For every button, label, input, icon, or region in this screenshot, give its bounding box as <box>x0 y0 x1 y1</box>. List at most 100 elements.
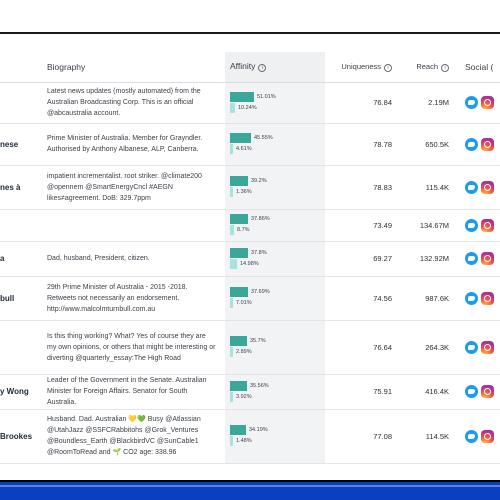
account-name[interactable] <box>0 82 42 124</box>
affinity-bar-primary <box>230 133 251 143</box>
affinity-bar-secondary <box>230 347 233 357</box>
twitter-icon[interactable] <box>465 291 478 305</box>
instagram-icon[interactable] <box>481 137 494 151</box>
reach-value: 132.92M <box>400 241 455 277</box>
account-name[interactable]: y Wong <box>0 374 42 410</box>
affinity-cell: 37.86% 8.7% <box>225 209 325 242</box>
instagram-icon[interactable] <box>481 180 494 194</box>
twitter-icon[interactable] <box>465 218 478 232</box>
twitter-icon[interactable] <box>465 180 478 194</box>
account-name[interactable]: nes à <box>0 165 42 210</box>
reach-value: 987.6K <box>400 276 455 321</box>
influencer-table-panel: Biography Affinity i Uniqueness i Reach i S… <box>0 34 500 480</box>
table-row[interactable]: Brookes Husband. Dad. Australian 💛💚 Busy … <box>0 409 500 464</box>
instagram-icon[interactable] <box>481 218 494 232</box>
affinity-cell: 37.8% 14.98% <box>225 241 325 277</box>
affinity-bars: 37.86% 8.7% <box>230 214 325 236</box>
instagram-icon[interactable] <box>481 340 494 354</box>
table-row[interactable]: Is this thing working? What? Yes of cour… <box>0 320 500 375</box>
table-row[interactable]: bull 29th Prime Minister of Australia - 2… <box>0 276 500 321</box>
account-name[interactable] <box>0 209 42 242</box>
twitter-icon[interactable] <box>465 429 478 443</box>
twitter-icon[interactable] <box>465 252 478 265</box>
biography-text: impatient incrementalist. root striker. … <box>42 165 225 210</box>
affinity-primary-value: 34.19% <box>249 427 268 433</box>
affinity-cell: 45.55% 4.61% <box>225 123 325 166</box>
biography-text: Latest news updates (mostly automated) f… <box>42 82 225 124</box>
reach-value: 650.5K <box>400 123 455 166</box>
affinity-bar-primary <box>230 336 247 346</box>
header-biography[interactable]: Biography <box>42 52 225 83</box>
social-links <box>455 276 500 321</box>
uniqueness-value: 77.08 <box>325 409 400 464</box>
affinity-bar-secondary <box>230 298 233 308</box>
table-row[interactable]: 37.86% 8.7% 73.49 134.67M <box>0 209 500 242</box>
header-reach[interactable]: Reach i <box>400 52 455 83</box>
table-row[interactable]: nese Prime Minister of Australia. Member … <box>0 123 500 166</box>
account-name[interactable] <box>0 320 42 375</box>
instagram-icon[interactable] <box>481 96 494 109</box>
affinity-secondary-value: 10.24% <box>238 104 257 111</box>
affinity-secondary-value: 1.48% <box>236 438 252 444</box>
account-name[interactable]: bull <box>0 276 42 321</box>
header-uniqueness[interactable]: Uniqueness i <box>325 52 400 83</box>
account-name[interactable]: Brookes <box>0 409 42 464</box>
affinity-bar-secondary <box>230 391 233 402</box>
affinity-bar-secondary <box>230 225 234 235</box>
account-name[interactable]: a <box>0 241 42 277</box>
uniqueness-value: 69.27 <box>325 241 400 277</box>
affinity-bar-primary <box>230 287 248 297</box>
uniqueness-value: 78.78 <box>325 123 400 166</box>
uniqueness-value: 74.56 <box>325 276 400 321</box>
twitter-icon[interactable] <box>465 96 478 109</box>
affinity-secondary-value: 4.61% <box>236 146 252 152</box>
uniqueness-value: 78.83 <box>325 165 400 210</box>
affinity-bars: 37.69% 7.01% <box>230 287 325 309</box>
influencer-table: Biography Affinity i Uniqueness i Reach i S… <box>0 52 500 464</box>
uniqueness-value: 73.49 <box>325 209 400 242</box>
affinity-cell: 35.56% 3.92% <box>225 374 325 410</box>
table-row[interactable]: Latest news updates (mostly automated) f… <box>0 82 500 124</box>
instagram-icon[interactable] <box>481 252 494 265</box>
twitter-icon[interactable] <box>465 137 478 151</box>
affinity-bar-secondary <box>230 144 233 154</box>
table-row[interactable]: a Dad, husband, President, citizen. 37.8% 1… <box>0 241 500 277</box>
info-icon[interactable]: i <box>258 64 267 73</box>
affinity-primary-value: 51.01% <box>257 93 276 100</box>
instagram-icon[interactable] <box>481 385 494 398</box>
affinity-secondary-value: 8.7% <box>237 227 250 233</box>
affinity-bar-primary <box>230 247 248 258</box>
social-links <box>455 165 500 210</box>
twitter-icon[interactable] <box>465 385 478 398</box>
instagram-icon[interactable] <box>481 291 494 305</box>
biography-text: Prime Minister of Australia. Member for … <box>42 123 225 166</box>
affinity-bars: 35.7% 2.89% <box>230 336 325 358</box>
affinity-primary-value: 35.56% <box>250 382 269 389</box>
social-links <box>455 123 500 166</box>
affinity-secondary-value: 14.98% <box>240 260 259 267</box>
social-links <box>455 209 500 242</box>
bottom-taskbar <box>0 480 500 500</box>
uniqueness-value: 75.91 <box>325 374 400 410</box>
social-links <box>455 374 500 410</box>
affinity-secondary-value: 7.01% <box>236 300 252 306</box>
table-row[interactable]: y Wong Leader of the Government in the Se… <box>0 374 500 410</box>
instagram-icon[interactable] <box>481 429 494 443</box>
info-icon[interactable]: i <box>384 63 392 72</box>
biography-text: 29th Prime Minister of Australia - 2015 … <box>42 276 225 321</box>
table-row[interactable]: nes à impatient incrementalist. root stri… <box>0 165 500 210</box>
affinity-primary-value: 35.7% <box>250 338 266 344</box>
affinity-cell: 51.01% 10.24% <box>225 82 325 124</box>
twitter-icon[interactable] <box>465 340 478 354</box>
taskbar-highlight <box>0 485 500 487</box>
top-window-bar <box>0 0 500 34</box>
affinity-bar-secondary <box>230 102 235 113</box>
info-icon[interactable]: i <box>441 63 449 72</box>
social-links <box>455 241 500 277</box>
reach-value: 2.19M <box>400 82 455 124</box>
uniqueness-value: 76.84 <box>325 82 400 124</box>
affinity-bars: 51.01% 10.24% <box>230 91 325 114</box>
biography-text: Husband. Dad. Australian 💛💚 Busy @Atlass… <box>42 409 225 464</box>
account-name[interactable]: nese <box>0 123 42 166</box>
header-affinity[interactable]: Affinity i <box>225 52 325 83</box>
